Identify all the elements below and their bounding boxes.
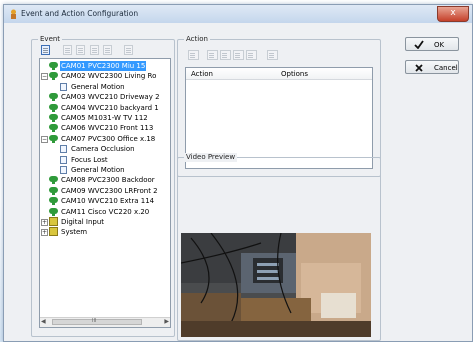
delete-icon[interactable] — [90, 45, 99, 55]
tree-item[interactable]: CAM03 WVC210 Driveway 2 — [40, 92, 170, 102]
event-icon — [60, 82, 67, 91]
action-list-header: Action Options — [186, 68, 372, 80]
scroll-left-icon[interactable]: ◀ — [41, 318, 46, 325]
tree-item[interactable]: CAM08 PVC2300 Backdoor — [40, 175, 170, 185]
tree-item-label: CAM08 PVC2300 Backdoor — [61, 176, 155, 185]
camera-icon — [49, 197, 58, 206]
action-group-label: Action — [184, 35, 210, 44]
copy-action-icon[interactable] — [220, 50, 231, 60]
horizontal-scrollbar[interactable]: ◀ III ▶ — [40, 317, 170, 327]
new-event-icon[interactable] — [41, 45, 50, 55]
video-preview — [181, 233, 371, 337]
collapse-icon[interactable]: − — [41, 73, 48, 81]
x-icon — [415, 64, 423, 72]
camera-icon — [49, 124, 58, 133]
tree-item[interactable]: − CAM07 PVC300 Office x.18 — [40, 134, 170, 144]
window-title: Event and Action Configuration — [21, 9, 139, 18]
camera-icon — [49, 114, 58, 122]
tree-item-label: Camera Occlusion — [71, 145, 135, 154]
camera-icon — [49, 207, 58, 216]
tree-item-label: CAM06 WVC210 Front 113 — [61, 124, 154, 133]
event-icon — [60, 166, 67, 174]
scroll-thumb[interactable] — [52, 319, 142, 325]
tree-item-label: General Motion — [71, 82, 125, 91]
tree-item[interactable]: General Motion — [40, 165, 170, 175]
cancel-button[interactable]: Cancel — [405, 60, 459, 74]
event-icon — [60, 145, 67, 154]
digital-io-icon — [49, 217, 58, 226]
tree-item-label: Focus Lost — [71, 155, 108, 164]
camera-icon — [49, 93, 58, 102]
expand-icon[interactable]: + — [41, 219, 48, 226]
collapse-icon[interactable]: − — [41, 135, 48, 143]
tree-item[interactable]: CAM05 M1031-W TV 112 — [40, 113, 170, 123]
ok-label: OK — [434, 41, 445, 49]
camera-icon — [49, 62, 58, 70]
tree-item[interactable]: Focus Lost — [40, 155, 170, 165]
tree-item-label: CAM05 M1031-W TV 112 — [61, 114, 148, 122]
camera-icon — [49, 176, 58, 185]
camera-icon — [49, 72, 58, 81]
tree-item-label: Digital Input — [61, 218, 105, 226]
test-action-icon[interactable] — [267, 50, 278, 60]
column-options[interactable]: Options — [281, 70, 308, 78]
title-bar[interactable]: Event and Action Configuration x — [4, 5, 472, 23]
cancel-label: Cancel — [434, 64, 458, 72]
column-action[interactable]: Action — [191, 70, 213, 78]
tree-item-label: CAM10 WVC210 Extra 114 — [61, 197, 155, 206]
tree-item[interactable]: + System — [40, 227, 170, 237]
event-group-label: Event — [38, 35, 63, 44]
event-tree[interactable]: ◀ III ▶ CAM01 PVC2300 Miu 15 − CAM02 WVC23… — [39, 58, 171, 328]
camera-icon — [49, 103, 58, 112]
tree-item[interactable]: + Digital Input — [40, 217, 170, 227]
check-icon — [414, 40, 424, 49]
tree-item[interactable]: CAM01 PVC2300 Miu 15 — [40, 61, 170, 71]
scroll-grip: III — [92, 318, 97, 324]
tree-item[interactable]: CAM06 WVC210 Front 113 — [40, 123, 170, 133]
tree-item[interactable]: CAM10 WVC210 Extra 114 — [40, 196, 170, 206]
preview-group-label: Video Preview — [184, 153, 238, 162]
tree-item[interactable]: − CAM02 WVC2300 Living Ro — [40, 71, 170, 81]
tree-item-label: CAM07 PVC300 Office x.18 — [61, 134, 156, 143]
tree-item[interactable]: CAM09 WVC2300 LRFront 2 — [40, 186, 170, 196]
tree-item-label: CAM02 WVC2300 Living Ro — [61, 72, 157, 81]
copy-icon[interactable] — [76, 45, 85, 55]
tree-item-label: CAM11 Cisco VC220 x.20 — [61, 207, 150, 216]
expand-icon[interactable]: + — [41, 229, 48, 237]
tree-item-label: CAM03 WVC210 Driveway 2 — [61, 93, 160, 102]
edit-action-icon[interactable] — [207, 50, 218, 60]
tree-item-label: CAM01 PVC2300 Miu 15 — [60, 61, 147, 71]
edit-icon[interactable] — [63, 45, 72, 55]
tree-item-label: General Motion — [71, 166, 125, 174]
tree-item-label: CAM09 WVC2300 LRFront 2 — [61, 186, 158, 195]
configure-icon[interactable] — [124, 45, 133, 55]
properties-icon[interactable] — [103, 45, 112, 55]
close-icon: x — [450, 8, 456, 18]
app-icon — [11, 9, 16, 19]
tree-item[interactable]: Camera Occlusion — [40, 144, 170, 154]
add-action-icon[interactable] — [188, 50, 199, 60]
scroll-right-icon[interactable]: ▶ — [164, 318, 169, 325]
camera-icon — [49, 134, 58, 143]
digital-io-icon — [49, 227, 58, 237]
camera-icon — [49, 186, 58, 195]
tree-item-label: System — [61, 228, 88, 237]
delete-action-icon[interactable] — [233, 50, 244, 60]
tree-item[interactable]: CAM11 Cisco VC220 x.20 — [40, 207, 170, 217]
tree-item[interactable]: General Motion — [40, 82, 170, 92]
close-button[interactable]: x — [437, 6, 469, 22]
tree-item[interactable]: CAM04 WVC210 backyard 1 — [40, 103, 170, 113]
move-action-icon[interactable] — [246, 50, 257, 60]
event-icon — [60, 155, 67, 164]
ok-button[interactable]: OK — [405, 37, 459, 51]
tree-item-label: CAM04 WVC210 backyard 1 — [61, 103, 159, 112]
